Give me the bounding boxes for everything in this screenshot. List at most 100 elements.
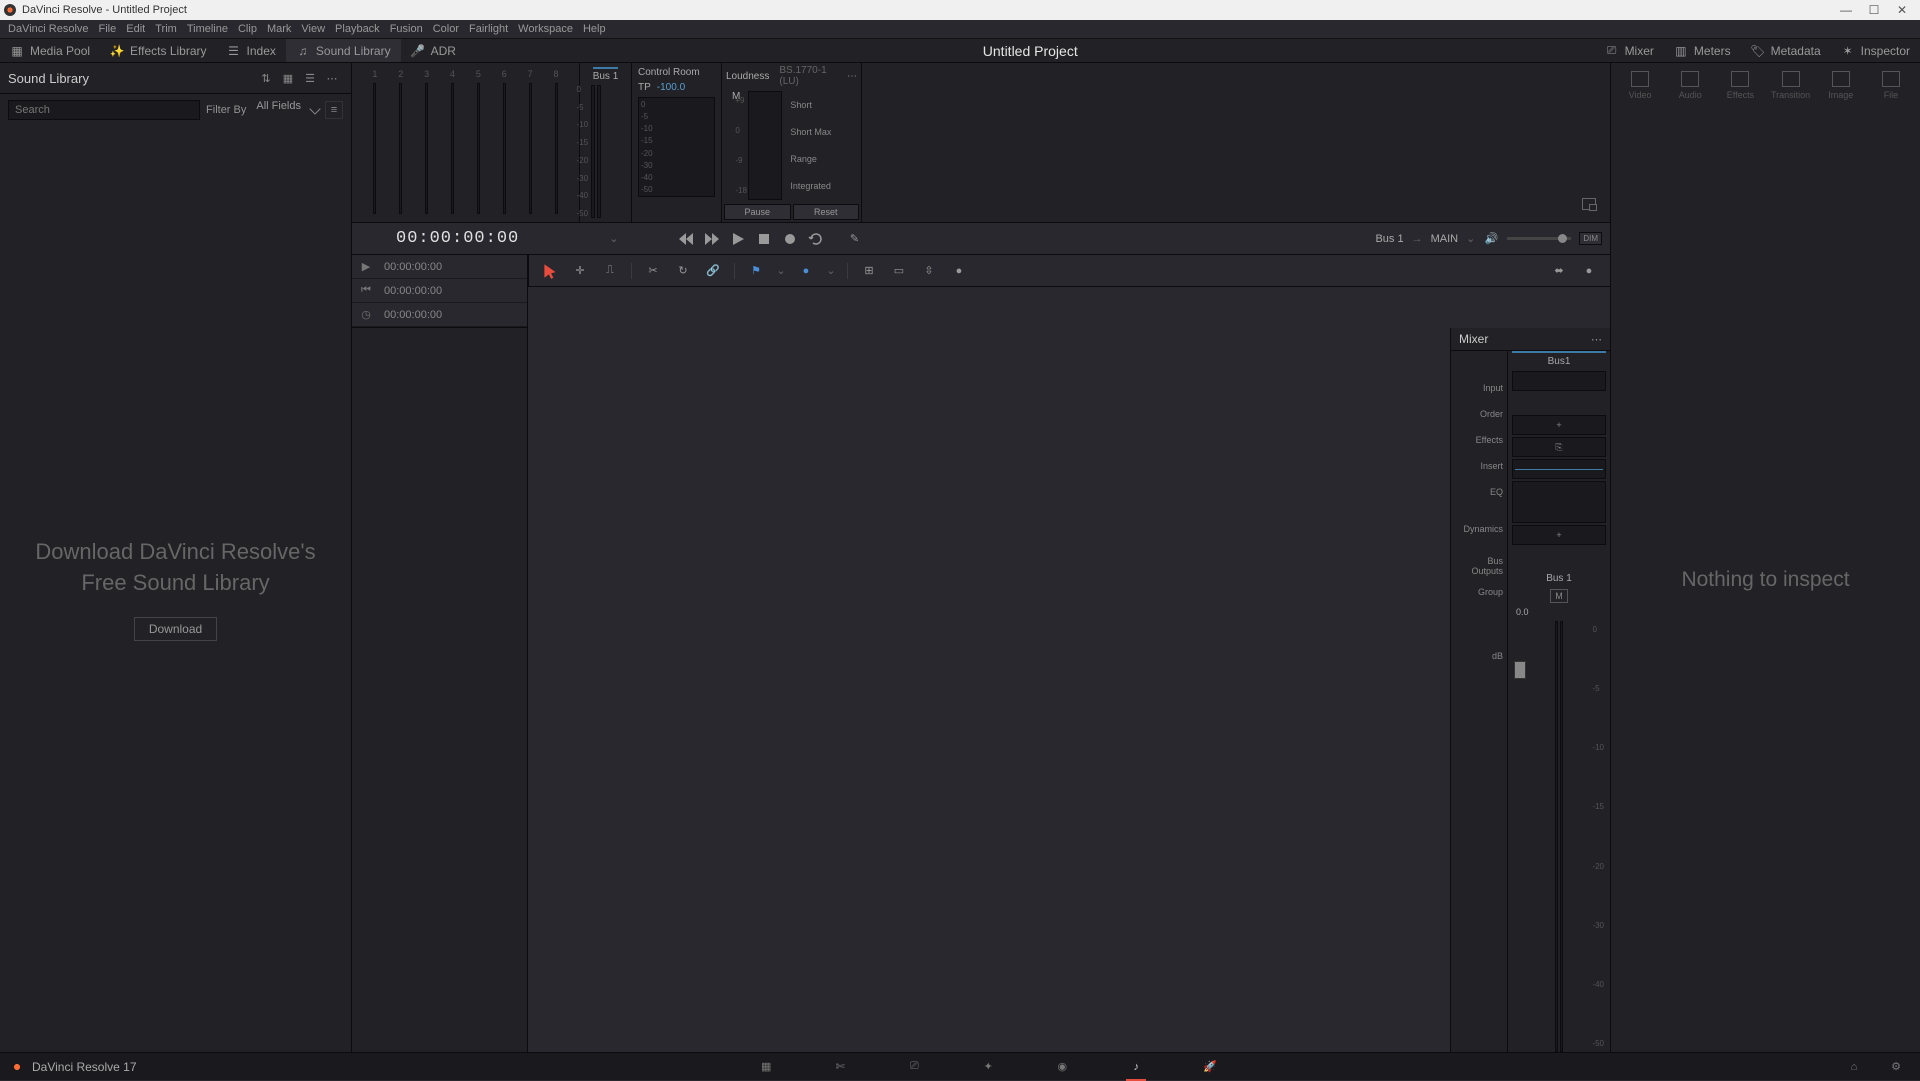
adr-toggle[interactable]: 🎤ADR [401,39,466,62]
stop-button[interactable] [756,231,772,247]
timecode-main[interactable]: 00:00:00:00 [396,229,519,248]
input-slot[interactable] [1512,371,1606,391]
page-color[interactable]: ◉ [1048,1053,1076,1081]
timecode-dropdown-icon[interactable]: ⌄ [609,232,618,245]
marker-dropdown[interactable]: ⌄ [827,262,835,280]
loop-button[interactable] [808,231,824,247]
monitor-main-select[interactable]: MAIN [1431,233,1459,245]
menu-color[interactable]: Color [433,23,459,35]
group-slot[interactable] [1512,547,1606,567]
marker-add-tool[interactable]: ● [797,262,815,280]
dynamics-slot[interactable] [1512,481,1606,523]
snap-tool[interactable]: ⊞ [860,262,878,280]
grid-view-icon[interactable]: ▦ [277,67,299,89]
inspector-tab-video[interactable]: Video [1619,71,1661,100]
expand-viewer-icon[interactable] [1582,198,1596,210]
chevron-down-icon[interactable]: ⌄ [1466,232,1475,245]
inspector-tab-effects[interactable]: Effects [1719,71,1761,100]
zoom-slider-dot[interactable]: ● [1580,262,1598,280]
eq-slot[interactable] [1512,459,1606,479]
menu-fusion[interactable]: Fusion [390,23,423,35]
record-button[interactable] [782,231,798,247]
monitor-bus-select[interactable]: Bus 1 [1375,233,1403,245]
menu-view[interactable]: View [301,23,325,35]
inspector-tab-transition[interactable]: Transition [1770,71,1812,100]
index-toggle[interactable]: ☰Index [217,39,286,62]
inspector-tab-audio[interactable]: Audio [1669,71,1711,100]
menu-fairlight[interactable]: Fairlight [469,23,508,35]
search-input[interactable] [8,100,200,120]
flag-dropdown[interactable]: ⌄ [777,262,785,280]
options-icon[interactable]: ⋯ [321,67,343,89]
razor-tool[interactable]: ✂ [644,262,662,280]
metadata-toggle[interactable]: 🏷Metadata [1741,39,1831,62]
sound-library-toggle[interactable]: ♫Sound Library [286,39,401,62]
meters-toggle[interactable]: ▥Meters [1664,39,1741,62]
zoom-dot[interactable]: ● [950,262,968,280]
window-maximize[interactable]: ☐ [1860,1,1888,19]
inspector-empty-message: Nothing to inspect [1681,568,1849,592]
menu-trim[interactable]: Trim [155,23,177,35]
filter-field-select[interactable]: All Fields [252,100,317,120]
sort-icon[interactable]: ⇅ [255,67,277,89]
effects-library-toggle[interactable]: ✨Effects Library [100,39,216,62]
mixer-options-icon[interactable]: ⋯ [1591,333,1602,346]
settings-button[interactable]: ⚙ [1882,1053,1910,1081]
timeline-area[interactable]: Mixer ⋯ Input Order Effects Insert EQ Dy… [352,328,1610,1052]
rewind-button[interactable] [678,231,694,247]
fast-forward-button[interactable] [704,231,720,247]
volume-slider[interactable] [1507,237,1571,240]
mute-button[interactable]: M [1550,589,1568,603]
download-button[interactable]: Download [134,617,217,641]
mixer-toggle[interactable]: ⎚Mixer [1595,39,1664,62]
scroll-tool[interactable]: ⇳ [920,262,938,280]
page-fairlight[interactable]: ♪ [1122,1053,1150,1081]
menu-edit[interactable]: Edit [126,23,145,35]
flag-tool[interactable]: ⚑ [747,262,765,280]
page-media[interactable]: ▦ [752,1053,780,1081]
range-tool[interactable]: ✛ [571,262,589,280]
window-minimize[interactable]: — [1832,1,1860,19]
list-view-icon[interactable]: ☰ [299,67,321,89]
page-deliver[interactable]: 🚀 [1196,1053,1224,1081]
inspector-toggle[interactable]: ✶Inspector [1831,39,1920,62]
grid-tool[interactable]: ▭ [890,262,908,280]
menu-timeline[interactable]: Timeline [187,23,228,35]
trim-tool[interactable]: ↻ [674,262,692,280]
inspector-tab-file[interactable]: File [1870,71,1912,100]
window-close[interactable]: ✕ [1888,1,1916,19]
track-headers[interactable] [352,328,528,1052]
fader[interactable]: 0-5-10-15 -20-30-40-50 [1512,621,1606,1052]
page-cut[interactable]: ✄ [826,1053,854,1081]
dim-button[interactable]: DIM [1579,232,1602,245]
options-icon[interactable]: ⋯ [847,71,857,82]
order-slot[interactable] [1512,393,1606,413]
menu-playback[interactable]: Playback [335,23,380,35]
speaker-icon[interactable]: 🔊 [1483,231,1499,247]
home-button[interactable]: ⌂ [1840,1053,1868,1081]
menu-help[interactable]: Help [583,23,606,35]
page-fusion[interactable]: ✦ [974,1053,1002,1081]
timeline-view-tool[interactable]: ⬌ [1550,262,1568,280]
inspector-tab-image[interactable]: Image [1820,71,1862,100]
link-tool[interactable]: 🔗 [704,262,722,280]
menu-file[interactable]: File [99,23,117,35]
menu-mark[interactable]: Mark [267,23,291,35]
automation-button[interactable]: ✎ [846,231,862,247]
bus-outputs-slot[interactable]: + [1512,525,1606,545]
reset-button[interactable]: Reset [793,204,860,220]
marker-tool[interactable]: ⎍ [601,262,619,280]
media-pool-toggle[interactable]: ▦Media Pool [0,39,100,62]
timeline-canvas[interactable] [528,328,1450,1052]
menu-workspace[interactable]: Workspace [518,23,573,35]
pause-button[interactable]: Pause [724,204,791,220]
page-edit[interactable]: ⎚ [900,1053,928,1081]
pointer-tool[interactable] [541,262,559,280]
menu-resolve[interactable]: DaVinci Resolve [8,23,89,35]
filter-options-icon[interactable]: ≡ [325,101,343,119]
insert-slot[interactable]: ⎘ [1512,437,1606,457]
menu-clip[interactable]: Clip [238,23,257,35]
play-button[interactable] [730,231,746,247]
effects-slot[interactable]: + [1512,415,1606,435]
fader-knob[interactable] [1514,661,1526,679]
